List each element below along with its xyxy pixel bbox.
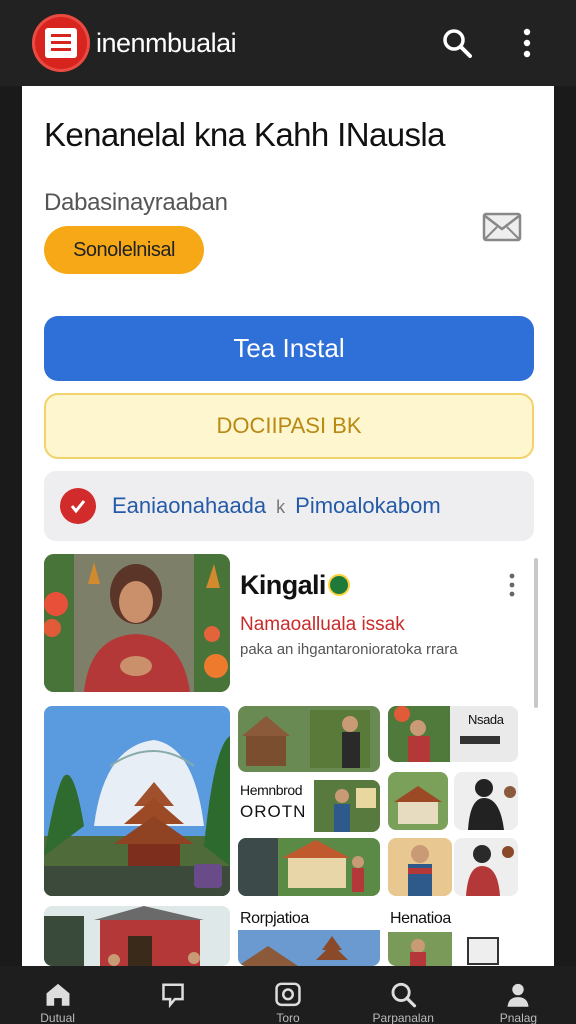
more-vert-icon[interactable] — [506, 572, 518, 598]
verify-left-label: Eaniaonahaada — [112, 493, 267, 518]
app-title: inenmbualai — [96, 28, 237, 58]
nav-chat[interactable] — [115, 966, 230, 1024]
gallery-tile[interactable] — [388, 772, 448, 830]
featured-title: Kingali — [240, 570, 350, 601]
nav-label: Toro — [276, 1010, 300, 1024]
tile-label: Henatioa — [390, 910, 451, 927]
more-vert-icon[interactable] — [510, 26, 544, 60]
tile-label: OROTN — [240, 802, 307, 821]
nav-home[interactable]: Dutual — [0, 966, 115, 1024]
verify-right-label: Pimoalokabom — [295, 493, 441, 518]
gallery-tile[interactable]: Nsada — [388, 706, 518, 762]
featured-title-text: Kingali — [240, 570, 326, 600]
document-icon — [45, 28, 77, 58]
page-subtitle: Dabasinayraaban — [44, 189, 228, 216]
nav-profile[interactable]: Pnalag — [461, 966, 576, 1024]
search-icon[interactable] — [440, 26, 474, 60]
tile-label: Rorpjatioa — [240, 910, 309, 927]
mail-icon[interactable] — [482, 212, 522, 242]
gallery-tile[interactable] — [238, 838, 380, 896]
verified-badge-icon — [327, 574, 350, 596]
page-headline: Kenanelal kna Kahh INausla — [44, 116, 445, 153]
featured-description: paka an ihgantaronioratoka rrara — [240, 641, 458, 658]
secondary-button[interactable]: DOCIIPASI BK — [44, 393, 534, 459]
category-chip[interactable]: Sonolelnisal — [44, 226, 204, 274]
verification-bar[interactable]: Eaniaonahaada k Pimoalokabom — [44, 471, 534, 541]
verify-separator: k — [276, 497, 286, 517]
gallery-tile[interactable] — [44, 906, 230, 966]
tile-label: Hemnbrod — [240, 782, 303, 798]
nav-camera[interactable]: Toro — [230, 966, 345, 1024]
gallery-tile[interactable]: Henatioa — [388, 906, 518, 966]
gallery-tile[interactable] — [388, 838, 452, 896]
gallery-tile-temple[interactable] — [44, 706, 230, 896]
verification-text: Eaniaonahaada k Pimoalokabom — [112, 493, 441, 519]
home-icon — [46, 983, 70, 1006]
gallery-tile[interactable] — [454, 838, 518, 896]
featured-subtitle: Namaoalluala issak — [240, 614, 405, 635]
scrollbar[interactable] — [534, 558, 538, 708]
featured-card[interactable]: Kingali Namaoalluala issak paka an ihgan… — [44, 554, 534, 694]
gallery-tile[interactable] — [454, 772, 518, 830]
chat-icon — [162, 983, 184, 1009]
nav-label: Dutual — [40, 1010, 75, 1024]
app-logo[interactable] — [32, 14, 90, 72]
gallery-tile[interactable]: Rorpjatioa — [238, 906, 380, 966]
check-icon — [60, 488, 96, 524]
nav-label: Pnalag — [499, 1010, 538, 1024]
bottom-navigation: Dutual Toro Parpanalan Pnalag — [0, 966, 576, 1024]
gallery-tile[interactable]: Hemnbrod OROTN — [238, 780, 380, 832]
nav-search[interactable]: Parpanalan — [346, 966, 461, 1024]
gallery-tile[interactable] — [238, 706, 380, 772]
camera-icon — [275, 982, 301, 1007]
content-card: Kenanelal kna Kahh INausla Dabasinayraab… — [22, 86, 554, 966]
nav-label: Parpanalan — [372, 1010, 434, 1024]
profile-icon — [507, 983, 529, 1007]
install-button[interactable]: Tea Instal — [44, 316, 534, 381]
top-app-bar: inenmbualai — [0, 0, 576, 86]
search-icon — [391, 982, 417, 1008]
featured-photo[interactable] — [44, 554, 230, 692]
tile-label: Nsada — [468, 712, 504, 727]
